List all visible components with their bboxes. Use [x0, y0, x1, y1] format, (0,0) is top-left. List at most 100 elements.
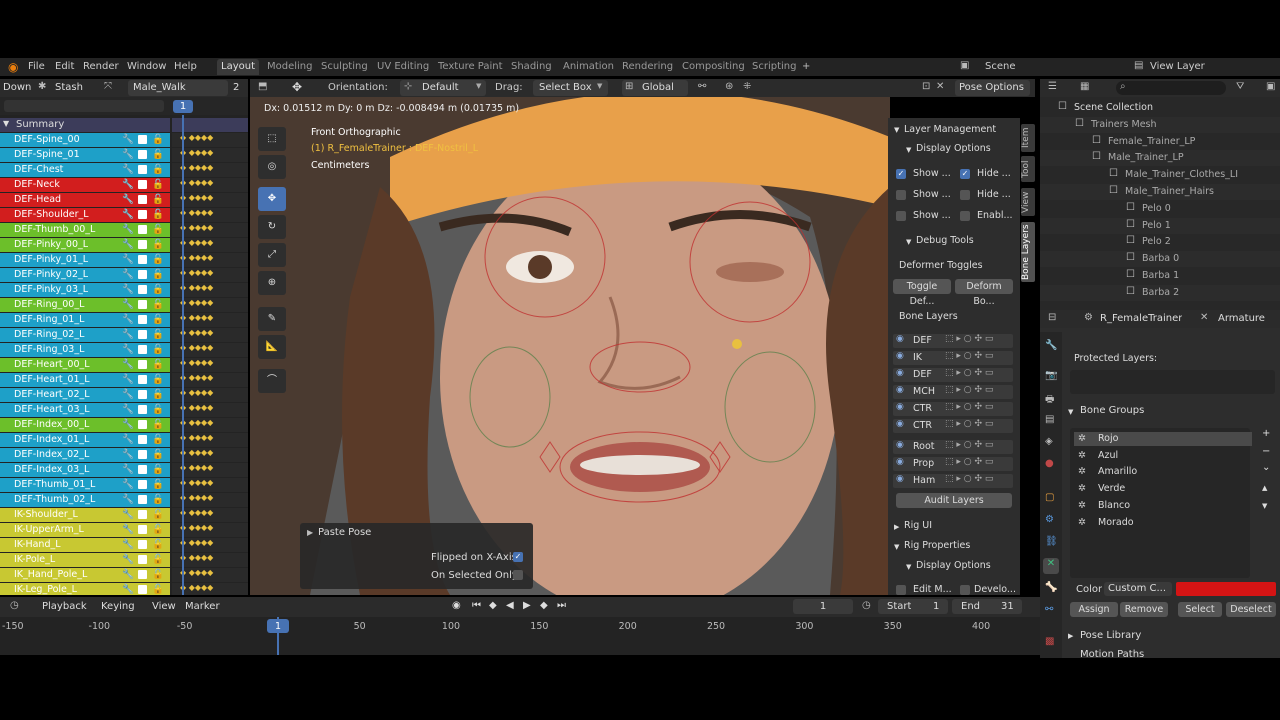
keyframe-diamonds[interactable]: ◆ ◆◆◆◆	[180, 238, 213, 247]
wrench-icon[interactable]: 🔧	[122, 448, 134, 462]
add-group-icon[interactable]: +	[1262, 428, 1270, 439]
tab-uv-editing[interactable]: UV Editing	[377, 59, 429, 75]
show-checkbox-2[interactable]	[896, 190, 906, 200]
tab-bone-layers[interactable]: Bone Layers	[1021, 222, 1035, 282]
tab-shading[interactable]: Shading	[511, 59, 552, 75]
lock-icon[interactable]: 🔓	[152, 223, 164, 237]
wrench-icon[interactable]: 🔧	[122, 163, 134, 177]
checkbox-icon[interactable]	[138, 150, 147, 159]
outliner-item[interactable]: ☐ Barba 1	[1040, 268, 1280, 284]
wrench-icon[interactable]: 🔧	[122, 508, 134, 522]
color-set-dropdown[interactable]: Custom C...	[1104, 582, 1172, 596]
keyframe-diamonds[interactable]: ◆ ◆◆◆◆	[180, 148, 213, 157]
eye-icon[interactable]: ◉	[896, 474, 904, 484]
wrench-icon[interactable]: 🔧	[122, 373, 134, 387]
channel-row[interactable]: IK-Hand_L 🔧 🔓	[0, 538, 170, 552]
wrench-icon[interactable]: 🔧	[122, 583, 134, 595]
pose-library-expand-icon[interactable]: ▶	[1068, 632, 1073, 640]
keyframe-diamonds[interactable]: ◆ ◆◆◆◆	[180, 358, 213, 367]
eye-icon[interactable]: ◉	[896, 385, 904, 395]
checkbox-icon[interactable]	[138, 165, 147, 174]
lock-icon[interactable]: 🔓	[152, 208, 164, 222]
channel-toggles[interactable]: 🔧 🔓	[122, 253, 166, 267]
tab-modeling[interactable]: Modeling	[267, 59, 313, 75]
orientation-dropdown[interactable]: ⊹ Default ▼	[400, 80, 486, 96]
lock-icon[interactable]: 🔓	[152, 568, 164, 582]
channel-toggles[interactable]: 🔧 🔓	[122, 553, 166, 567]
properties-editor-icon[interactable]: ⊟	[1048, 312, 1056, 323]
layer-toggle-icons[interactable]: ⬚ ▸ ○ ✣ ▭	[945, 334, 993, 344]
scene-tab-icon[interactable]: ◈	[1045, 436, 1053, 447]
armature-tab-icon[interactable]: ✕	[1043, 558, 1059, 574]
channel-toggles[interactable]: 🔧 🔓	[122, 373, 166, 387]
wrench-icon[interactable]: 🔧	[122, 568, 134, 582]
checkbox-icon[interactable]	[138, 345, 147, 354]
mode-dropdown[interactable]: Down	[3, 82, 31, 93]
lock-icon[interactable]: 🔓	[152, 133, 164, 147]
rig-properties-header[interactable]: Rig Properties	[904, 540, 970, 551]
channel-row[interactable]: DEF-Heart_03_L 🔧 🔓	[0, 403, 170, 417]
roll-tool-button[interactable]: ⌒	[258, 369, 286, 393]
keyframe-diamonds[interactable]: ◆ ◆◆◆◆	[180, 208, 213, 217]
wrench-icon[interactable]: 🔧	[122, 208, 134, 222]
lock-icon[interactable]: 🔓	[152, 493, 164, 507]
remove-group-icon[interactable]: −	[1262, 446, 1270, 457]
view-layer-name[interactable]: View Layer	[1150, 59, 1205, 75]
world-tab-icon[interactable]: ●	[1045, 458, 1054, 469]
timeline-editor-icon[interactable]: ◷	[10, 600, 19, 611]
action-field[interactable]: Male_Walk	[128, 80, 228, 96]
channel-toggles[interactable]: 🔧 🔓	[122, 568, 166, 582]
channel-row[interactable]: DEF-Ring_03_L 🔧 🔓	[0, 343, 170, 357]
keyframe-diamonds[interactable]: ◆ ◆◆◆◆	[180, 343, 213, 352]
wrench-icon[interactable]: 🔧	[122, 133, 134, 147]
channel-row[interactable]: DEF-Heart_02_L 🔧 🔓	[0, 388, 170, 402]
bone-layer-row[interactable]: ◉ Prop ⬚ ▸ ○ ✣ ▭	[893, 457, 1013, 471]
wrench-icon[interactable]: 🔧	[122, 388, 134, 402]
wrench-icon[interactable]: 🔧	[122, 253, 134, 267]
action-users[interactable]: 2	[233, 82, 239, 93]
outliner-item[interactable]: ☐ Trainers Mesh	[1040, 116, 1280, 133]
remove-button[interactable]: Remove	[1120, 602, 1168, 617]
outliner-search-input[interactable]: ⌕	[1116, 81, 1226, 95]
move-down-icon[interactable]: ▼	[1262, 502, 1267, 510]
lock-icon[interactable]: 🔓	[152, 553, 164, 567]
checkbox-icon[interactable]	[138, 540, 147, 549]
checkbox-icon[interactable]	[138, 405, 147, 414]
lock-icon[interactable]: 🔓	[152, 178, 164, 192]
wrench-icon[interactable]: 🔧	[122, 418, 134, 432]
channel-toggles[interactable]: 🔧 🔓	[122, 193, 166, 207]
filter-icon[interactable]: ⛛	[1236, 81, 1244, 92]
output-tab-icon[interactable]: 🖶	[1045, 392, 1054, 409]
object-tab-icon[interactable]: ▢	[1045, 492, 1054, 503]
checkbox-icon[interactable]	[138, 525, 147, 534]
channel-toggles[interactable]: 🔧 🔓	[122, 239, 166, 250]
channel-row[interactable]: DEF-Pinky_02_L 🔧 🔓	[0, 268, 170, 282]
lock-icon[interactable]: 🔓	[152, 358, 164, 372]
channel-row[interactable]: DEF-Pinky_03_L 🔧 🔓	[0, 283, 170, 297]
next-key-icon[interactable]: ◆	[540, 600, 548, 611]
checkbox-icon[interactable]	[138, 570, 147, 579]
select-tool-button[interactable]: ⬚	[258, 127, 286, 151]
checkbox-icon[interactable]	[138, 240, 147, 249]
channel-toggles[interactable]: 🔧 🔓	[122, 493, 166, 507]
start-frame-field[interactable]: Start 1	[878, 599, 948, 614]
summary-row[interactable]: ▼ Summary	[0, 118, 170, 132]
keyframe-diamonds[interactable]: ◆ ◆◆◆◆	[180, 493, 213, 502]
layer-toggle-icons[interactable]: ⬚ ▸ ○ ✣ ▭	[945, 457, 993, 467]
eye-icon[interactable]: ◉	[896, 457, 904, 467]
wrench-icon[interactable]: 🔧	[122, 193, 134, 207]
lock-icon[interactable]: 🔓	[152, 283, 164, 297]
channel-row[interactable]: DEF-Heart_01_L 🔧 🔓	[0, 373, 170, 387]
lock-icon[interactable]: 🔓	[152, 328, 164, 342]
channel-row[interactable]: DEF-Index_03_L 🔧 🔓	[0, 463, 170, 477]
tab-compositing[interactable]: Compositing	[682, 59, 745, 75]
transform-pivot-icon[interactable]: ✥	[292, 80, 302, 94]
channel-row[interactable]: DEF-Ring_02_L 🔧 🔓	[0, 328, 170, 342]
bone-layer-row[interactable]: ◉ MCH ⬚ ▸ ○ ✣ ▭	[893, 385, 1013, 399]
keyframe-diamonds[interactable]: ◆ ◆◆◆◆	[180, 523, 213, 532]
stash-button[interactable]: Stash	[55, 82, 83, 93]
modifier-tab-icon[interactable]: ⚙	[1045, 514, 1054, 525]
rotate-tool-button[interactable]: ↻	[258, 215, 286, 239]
channel-toggles[interactable]: 🔧 🔓	[122, 208, 166, 222]
keyframe-diamonds[interactable]: ◆ ◆◆◆◆	[180, 313, 213, 322]
